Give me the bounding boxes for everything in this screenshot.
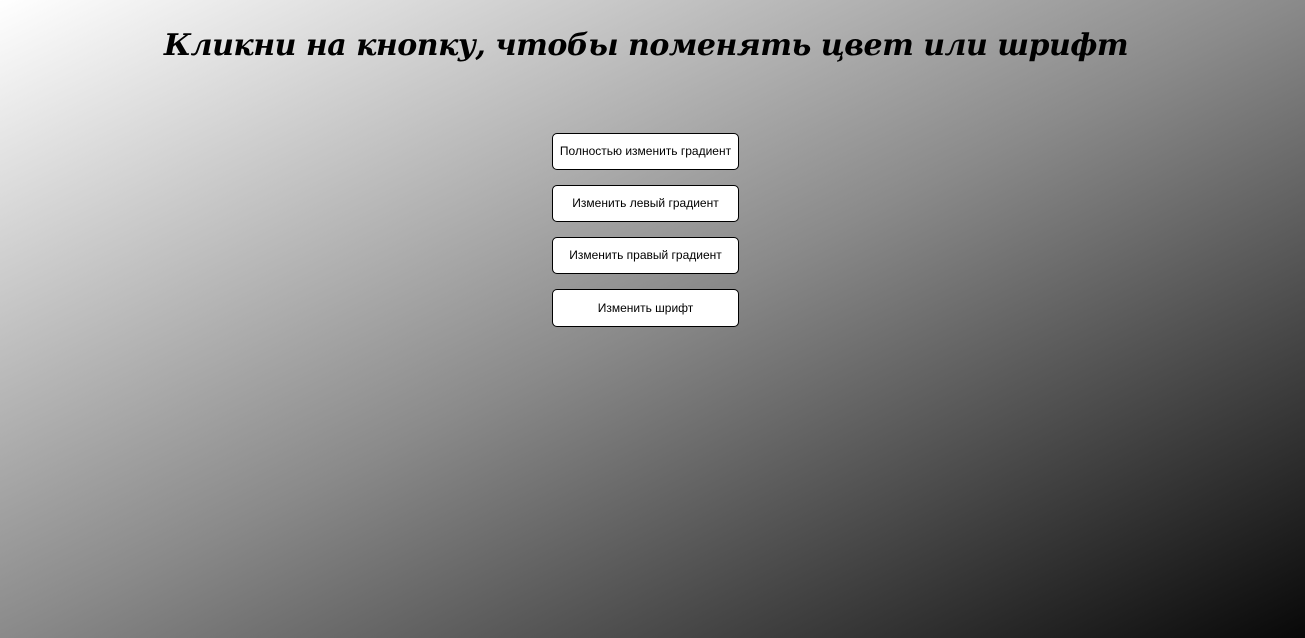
change-font-button[interactable]: Изменить шрифт bbox=[552, 289, 739, 327]
button-group: Полностью изменить градиент Изменить лев… bbox=[552, 133, 739, 327]
page-title: Кликни на кнопку, чтобы поменять цвет ил… bbox=[163, 28, 1129, 63]
change-left-gradient-button[interactable]: Изменить левый градиент bbox=[552, 185, 739, 222]
change-right-gradient-button[interactable]: Изменить правый градиент bbox=[552, 237, 739, 274]
change-full-gradient-button[interactable]: Полностью изменить градиент bbox=[552, 133, 739, 170]
